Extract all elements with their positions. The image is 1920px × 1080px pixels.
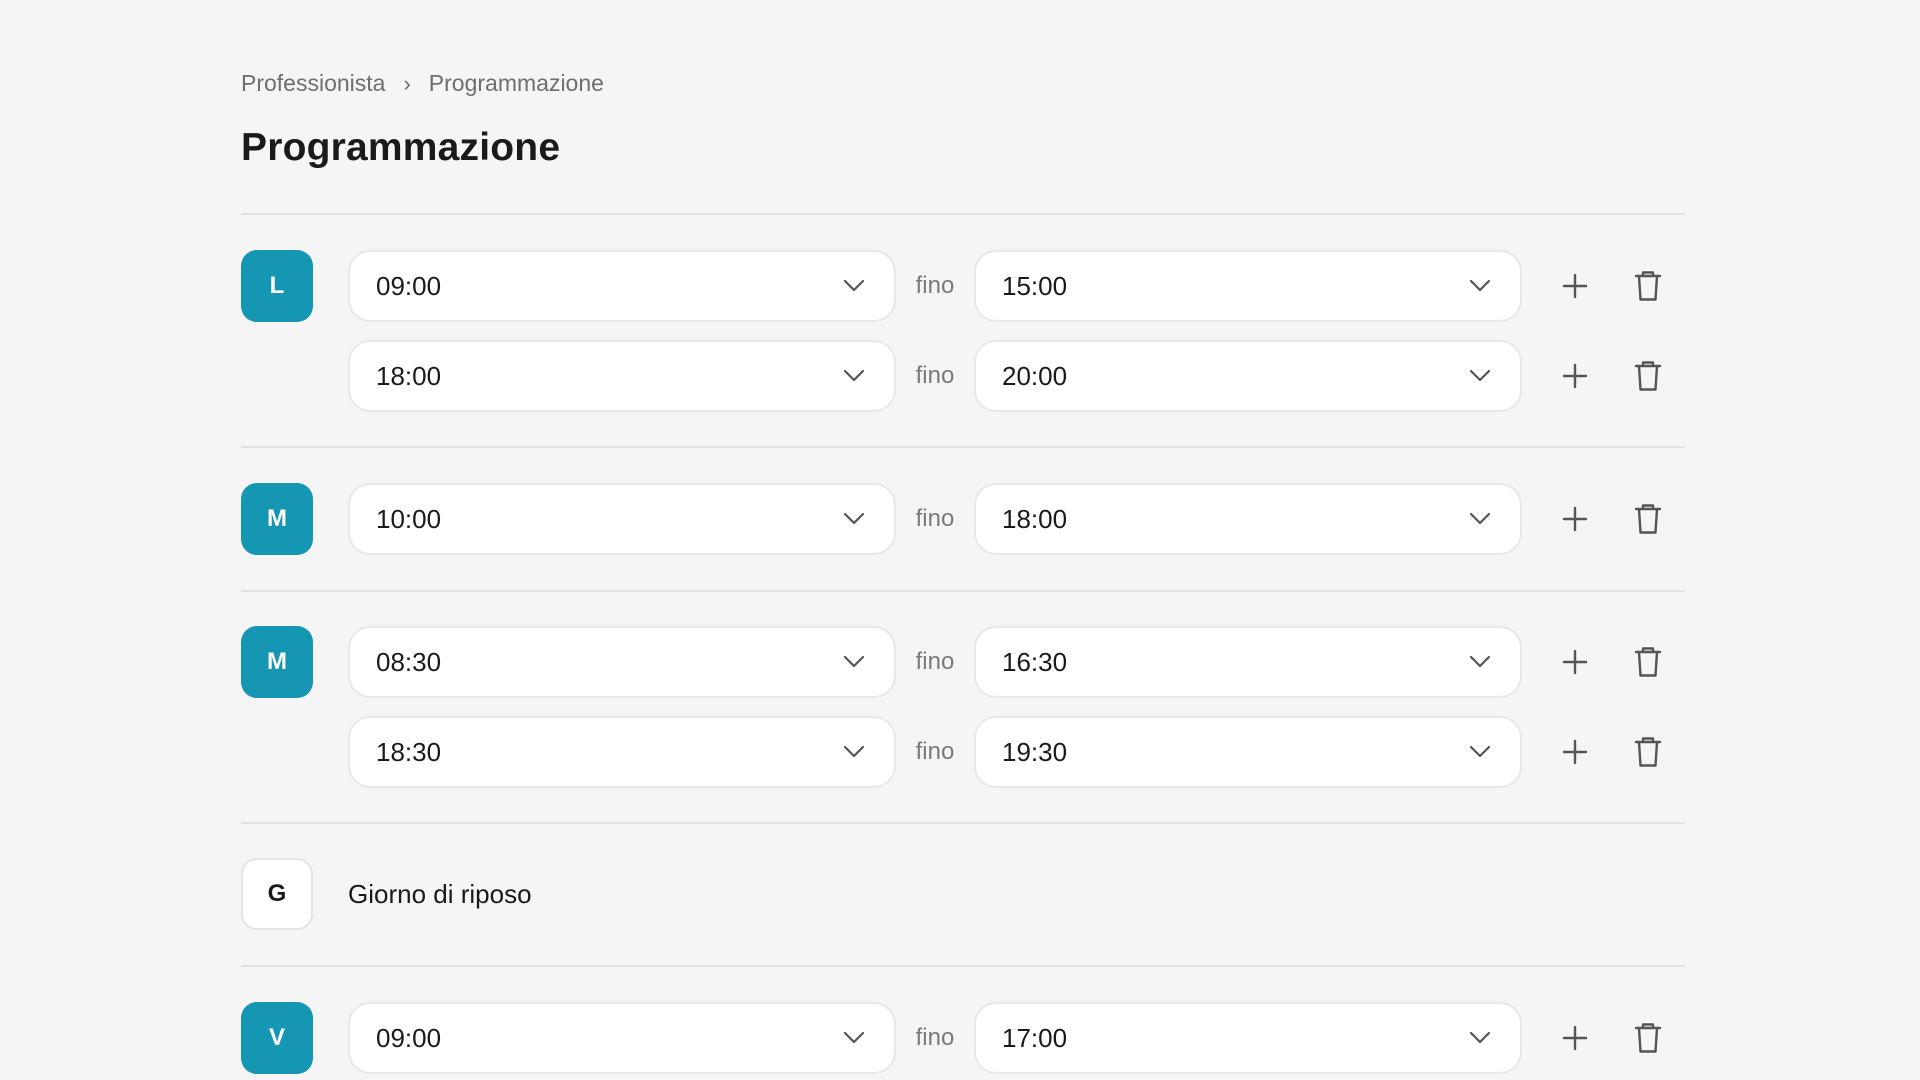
end-time-select[interactable]: 20:00 — [974, 340, 1522, 412]
divider — [241, 822, 1685, 824]
delete-slot-button[interactable] — [1628, 732, 1668, 772]
day-badge-m[interactable]: M — [241, 626, 313, 698]
end-time-select[interactable]: 16:30 — [974, 626, 1522, 698]
start-time-value: 10:00 — [376, 503, 442, 534]
add-slot-button[interactable] — [1555, 1018, 1595, 1058]
divider — [241, 965, 1685, 967]
breadcrumb-item-programmazione: Programmazione — [428, 70, 604, 96]
start-time-select[interactable]: 08:30 — [348, 626, 896, 698]
plus-icon — [1562, 506, 1588, 532]
plus-icon — [1562, 273, 1588, 299]
divider — [241, 590, 1685, 592]
chevron-down-icon — [1468, 507, 1492, 531]
add-slot-button[interactable] — [1555, 266, 1595, 306]
trash-icon — [1634, 361, 1662, 391]
start-time-select[interactable]: 09:00 — [348, 250, 896, 322]
range-connector: fino — [915, 738, 955, 765]
end-time-value: 16:30 — [1002, 646, 1068, 677]
day-badge-g[interactable]: G — [241, 858, 313, 930]
end-time-value: 18:00 — [1002, 503, 1068, 534]
chevron-down-icon — [842, 274, 866, 298]
end-time-value: 17:00 — [1002, 1022, 1068, 1053]
range-connector: fino — [915, 362, 955, 389]
end-time-value: 15:00 — [1002, 270, 1068, 301]
rest-day-label: Giorno di riposo — [348, 879, 532, 909]
breadcrumb-separator: › — [403, 70, 411, 96]
trash-icon — [1634, 271, 1662, 301]
breadcrumb-item-professionista[interactable]: Professionista — [241, 70, 385, 97]
page-title: Programmazione — [241, 126, 561, 169]
breadcrumb: Professionista › Programmazione — [241, 70, 604, 97]
plus-icon — [1562, 649, 1588, 675]
chevron-down-icon — [842, 740, 866, 764]
delete-slot-button[interactable] — [1628, 266, 1668, 306]
start-time-select[interactable]: 18:30 — [348, 716, 896, 788]
start-time-select[interactable]: 09:00 — [348, 1002, 896, 1074]
chevron-down-icon — [842, 364, 866, 388]
delete-slot-button[interactable] — [1628, 642, 1668, 682]
start-time-value: 09:00 — [376, 270, 442, 301]
chevron-down-icon — [842, 650, 866, 674]
chevron-down-icon — [1468, 740, 1492, 764]
day-badge-m[interactable]: M — [241, 483, 313, 555]
plus-icon — [1562, 1025, 1588, 1051]
add-slot-button[interactable] — [1555, 499, 1595, 539]
range-connector: fino — [915, 648, 955, 675]
chevron-down-icon — [1468, 364, 1492, 388]
start-time-value: 18:30 — [376, 736, 442, 767]
start-time-value: 18:00 — [376, 360, 442, 391]
end-time-select[interactable]: 19:30 — [974, 716, 1522, 788]
chevron-down-icon — [1468, 650, 1492, 674]
add-slot-button[interactable] — [1555, 642, 1595, 682]
end-time-select[interactable]: 18:00 — [974, 483, 1522, 555]
plus-icon — [1562, 363, 1588, 389]
divider — [241, 446, 1685, 448]
chevron-down-icon — [1468, 274, 1492, 298]
chevron-down-icon — [842, 1026, 866, 1050]
trash-icon — [1634, 737, 1662, 767]
chevron-down-icon — [842, 507, 866, 531]
trash-icon — [1634, 504, 1662, 534]
start-time-value: 08:30 — [376, 646, 442, 677]
chevron-down-icon — [1468, 1026, 1492, 1050]
add-slot-button[interactable] — [1555, 732, 1595, 772]
day-badge-l[interactable]: L — [241, 250, 313, 322]
start-time-select[interactable]: 10:00 — [348, 483, 896, 555]
delete-slot-button[interactable] — [1628, 1018, 1668, 1058]
divider — [241, 213, 1685, 215]
end-time-value: 20:00 — [1002, 360, 1068, 391]
delete-slot-button[interactable] — [1628, 356, 1668, 396]
range-connector: fino — [915, 272, 955, 299]
trash-icon — [1634, 647, 1662, 677]
end-time-value: 19:30 — [1002, 736, 1068, 767]
day-badge-v[interactable]: V — [241, 1002, 313, 1074]
start-time-value: 09:00 — [376, 1022, 442, 1053]
plus-icon — [1562, 739, 1588, 765]
trash-icon — [1634, 1023, 1662, 1053]
start-time-select[interactable]: 18:00 — [348, 340, 896, 412]
end-time-select[interactable]: 15:00 — [974, 250, 1522, 322]
range-connector: fino — [915, 505, 955, 532]
range-connector: fino — [915, 1024, 955, 1051]
delete-slot-button[interactable] — [1628, 499, 1668, 539]
end-time-select[interactable]: 17:00 — [974, 1002, 1522, 1074]
add-slot-button[interactable] — [1555, 356, 1595, 396]
